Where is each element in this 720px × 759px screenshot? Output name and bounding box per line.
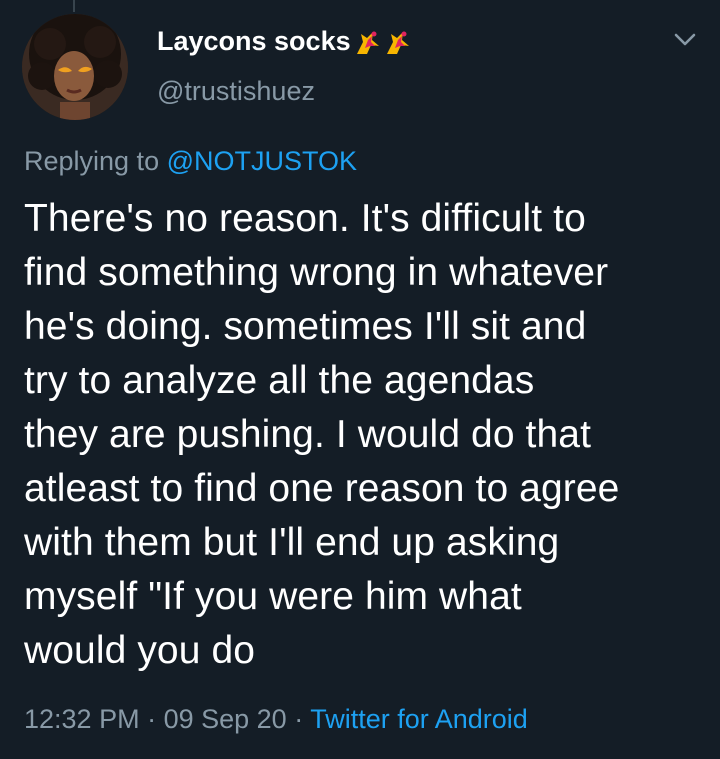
reply-mention-link[interactable]: @NOTJUSTOK	[167, 146, 357, 176]
meta-separator: ·	[139, 704, 164, 734]
avatar[interactable]	[22, 14, 128, 120]
author-handle[interactable]: @trustishuez	[157, 76, 315, 107]
tweet-text-line: find something wrong in whatever	[24, 251, 609, 294]
tweet-time: 12:32 PM	[24, 704, 140, 734]
tweet-text: There's no reason. It's difficult to fin…	[24, 192, 704, 678]
tweet-text-line: they are pushing. I would do that	[24, 413, 592, 456]
tweet-text-line: try to analyze all the agendas	[24, 359, 535, 402]
tweet-text-line: There's no reason. It's difficult to	[24, 197, 586, 240]
avatar-image	[22, 14, 128, 120]
tweet-card: Laycons socks @trustishuez Replying to @…	[0, 0, 720, 759]
thread-connector-line	[73, 0, 75, 12]
tweet-text-line: myself "If you were him what	[24, 575, 522, 618]
author-display-name[interactable]: Laycons socks	[157, 26, 411, 57]
replying-to-label: Replying to	[24, 146, 167, 176]
meta-separator: ·	[286, 704, 311, 734]
tweet-text-line: would you do	[24, 629, 256, 672]
tweet-date: 09 Sep 20	[163, 704, 287, 734]
author-name-text: Laycons socks	[157, 26, 351, 56]
replying-to: Replying to @NOTJUSTOK	[24, 146, 357, 177]
chevron-down-icon[interactable]	[673, 31, 697, 49]
dancer-flames-emoji-icon	[386, 31, 409, 54]
tweet-metadata: 12:32 PM · 09 Sep 20 · Twitter for Andro…	[24, 704, 528, 735]
tweet-text-line: he's doing. sometimes I'll sit and	[24, 305, 587, 348]
tweet-source-link[interactable]: Twitter for Android	[310, 704, 528, 734]
tweet-text-line: with them but I'll end up asking	[24, 521, 560, 564]
dancer-flames-emoji-icon	[356, 31, 379, 54]
tweet-text-line: atleast to find one reason to agree	[24, 467, 620, 510]
